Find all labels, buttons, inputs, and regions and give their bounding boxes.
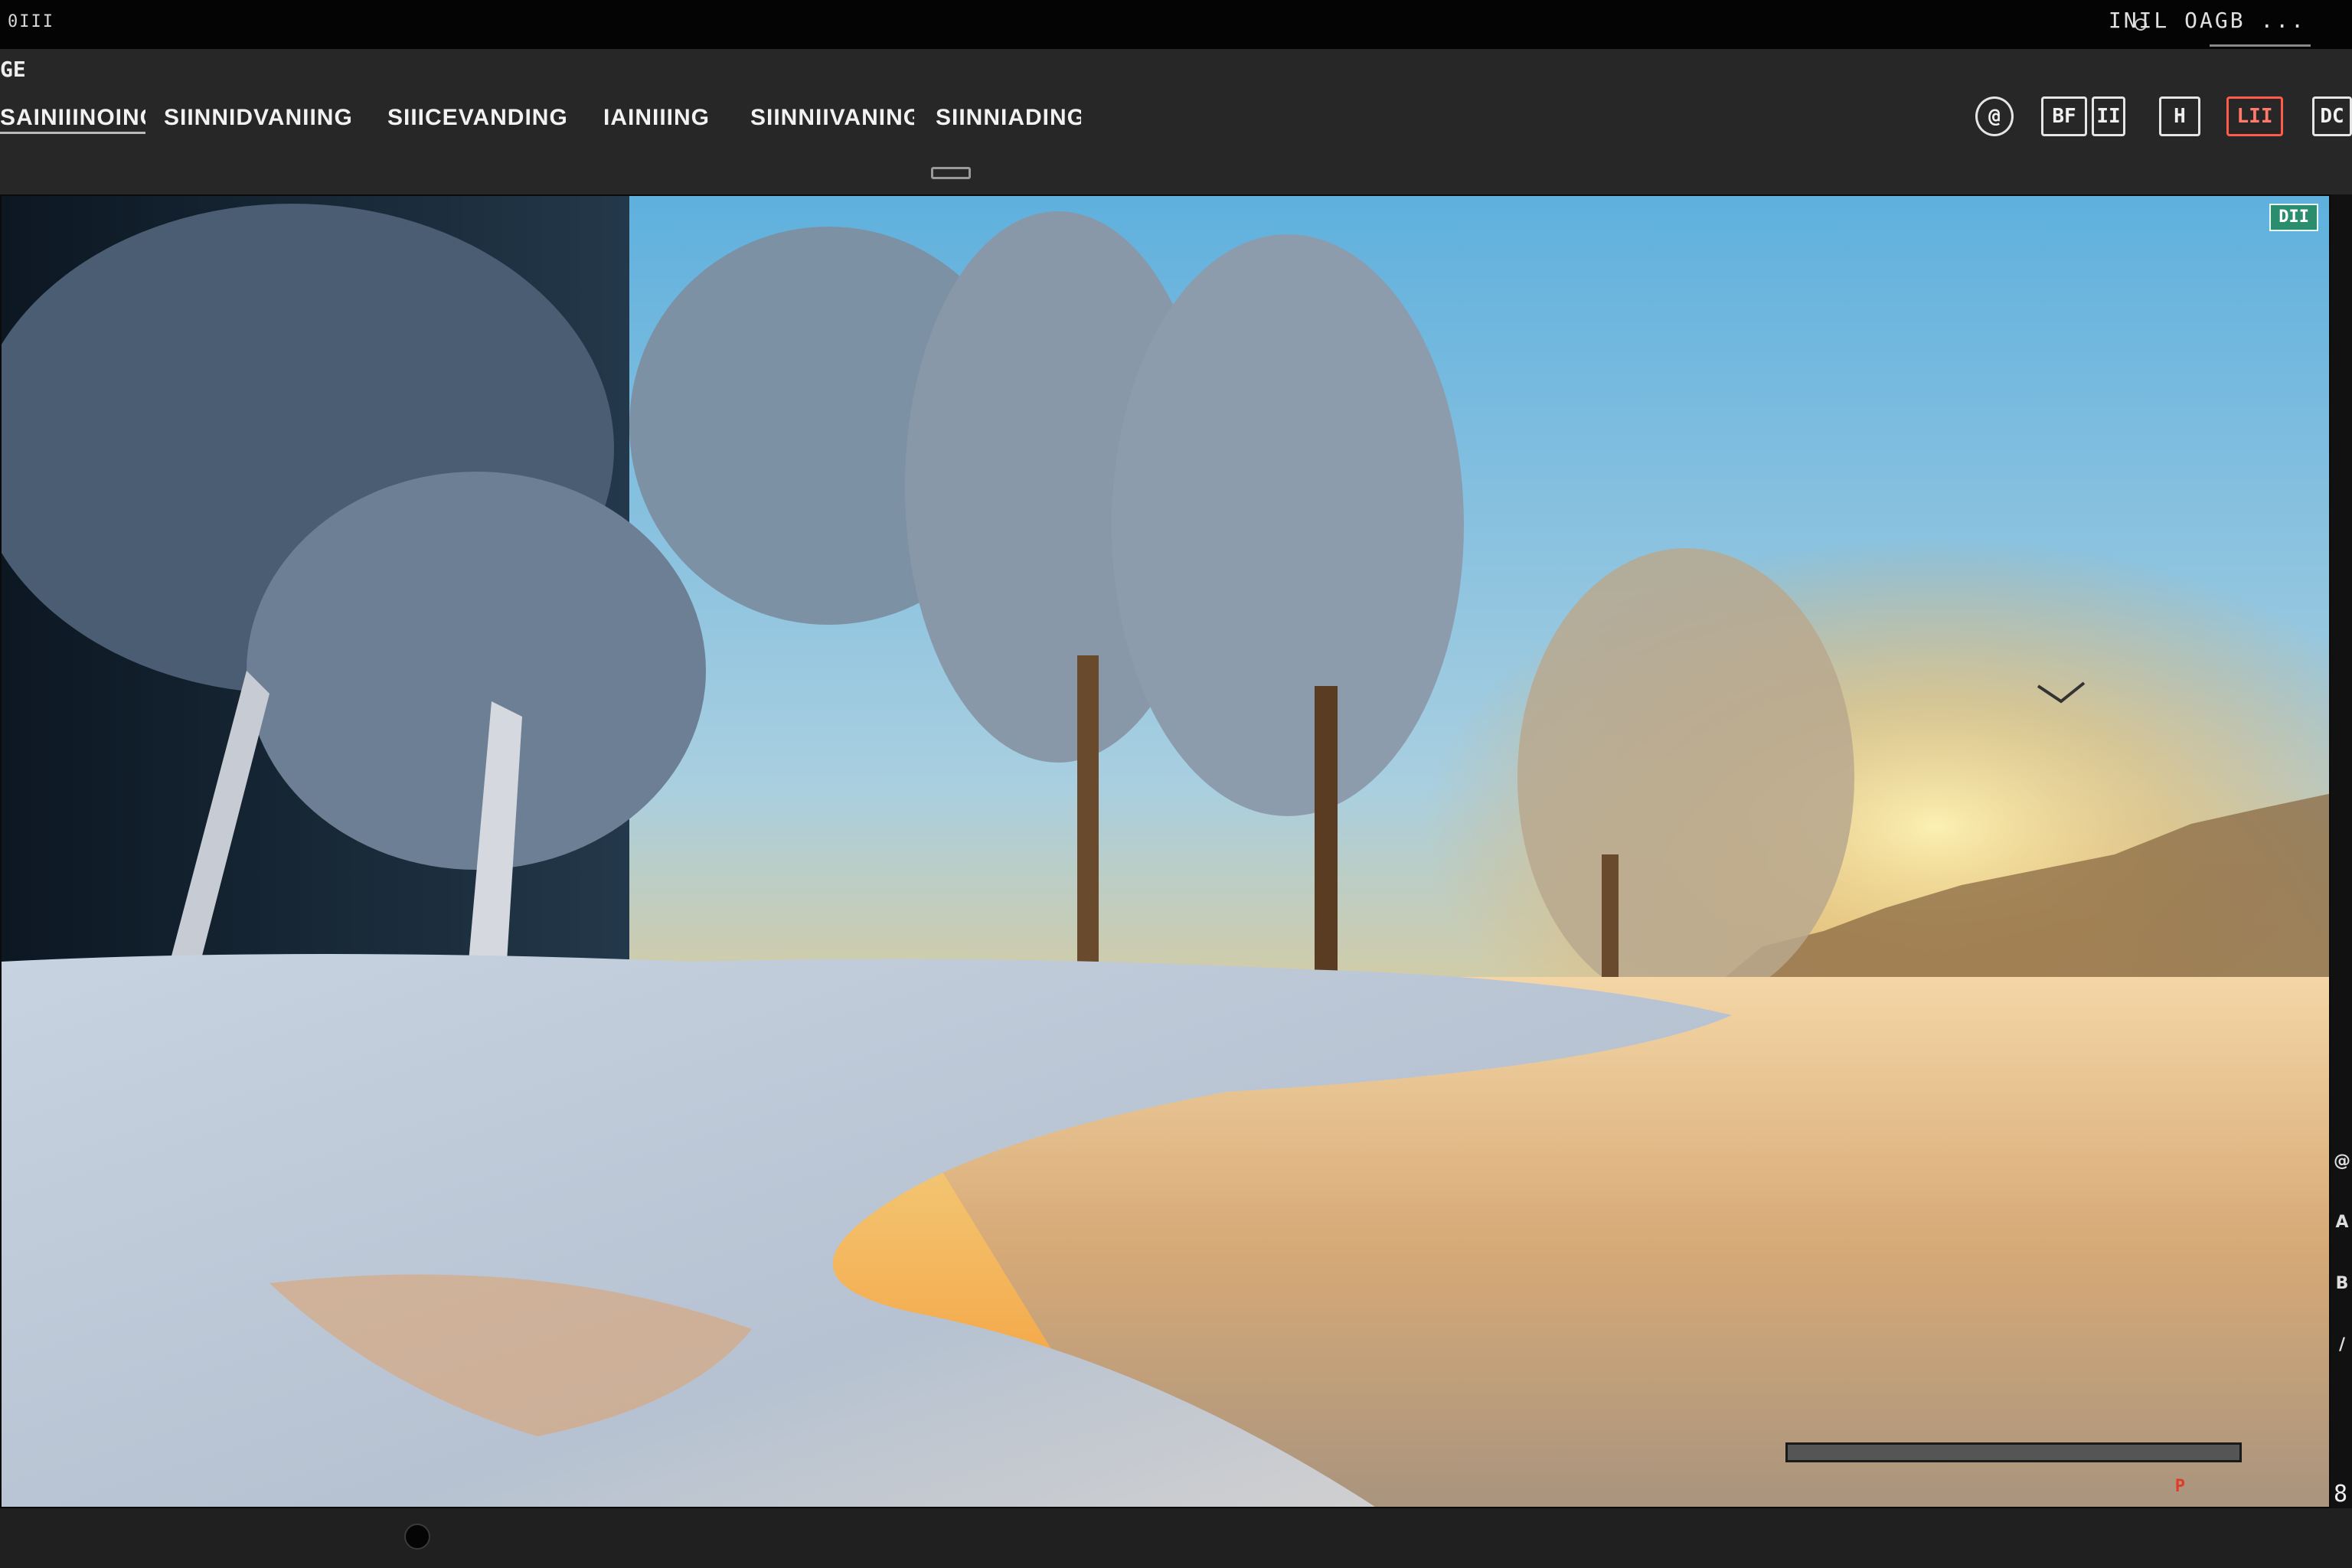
side-tool-target-icon[interactable]: @: [2334, 1152, 2350, 1171]
app-label[interactable]: GE: [0, 57, 26, 82]
scene-image: [2, 196, 2329, 1507]
page-number: 8: [2333, 1481, 2347, 1508]
status-mark: P: [2174, 1477, 2185, 1496]
viewport-status: P: [2175, 1477, 2323, 1496]
record-icon[interactable]: LII: [2226, 96, 2283, 136]
status-bar: 8: [0, 1481, 2352, 1568]
tab-3[interactable]: SIIICEVANDING: [387, 104, 583, 134]
tab-4[interactable]: IAINIIING: [603, 104, 721, 134]
title-bar: 0III INIL OAGB ...: [0, 0, 2352, 49]
window-title-right[interactable]: INIL OAGB ...: [2109, 8, 2306, 33]
render-viewport[interactable]: DII P: [0, 194, 2331, 1508]
target-icon[interactable]: @: [1975, 96, 2014, 136]
title-underline: [2210, 44, 2311, 47]
grid-icon[interactable]: H: [2159, 96, 2200, 136]
record-dot-icon[interactable]: [404, 1524, 430, 1550]
tab-5[interactable]: SIINNIIVANING: [750, 104, 914, 134]
side-tool-text-icon[interactable]: A: [2334, 1213, 2350, 1233]
camera-icon[interactable]: DC: [2312, 96, 2352, 136]
tab-2[interactable]: SIINNIDVANIING: [164, 104, 366, 134]
tab-6[interactable]: SIINNIADING: [936, 104, 1081, 134]
side-tool-pen-icon[interactable]: /: [2334, 1335, 2350, 1355]
viewport-badge[interactable]: DII: [2269, 204, 2318, 231]
tab-scroll-handle[interactable]: [931, 167, 971, 179]
side-tool-bold-icon[interactable]: B: [2334, 1274, 2350, 1294]
window-title-left: 0III: [8, 12, 54, 31]
tab-1[interactable]: SAINIIINOING: [0, 104, 145, 134]
timeline-scrubber[interactable]: [1785, 1442, 2242, 1462]
side-toolbar: @ A B /: [2331, 194, 2352, 1508]
pause-icon[interactable]: II: [2092, 96, 2125, 136]
brush-icon[interactable]: BF: [2041, 96, 2087, 136]
